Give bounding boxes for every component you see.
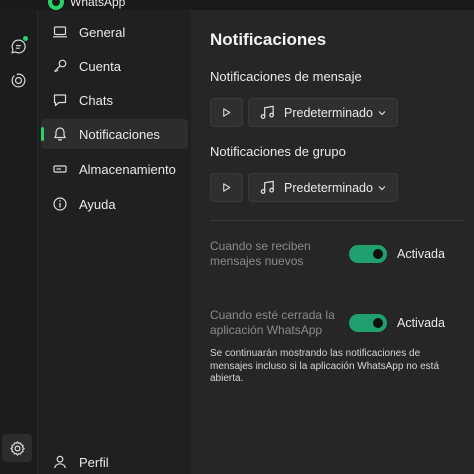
toggle-knob [373,249,383,259]
nav-item-account[interactable]: Cuenta [41,51,188,81]
group-sound-select[interactable]: Predeterminado [248,173,398,202]
status-icon [11,73,25,87]
left-rail [0,10,38,474]
notifications-panel: Notificaciones Notificaciones de mensaje… [191,10,474,474]
play-icon [223,183,231,192]
group-sound-value: Predeterminado [284,180,373,195]
whatsapp-logo-icon [48,0,64,10]
play-message-sound-button[interactable] [210,98,243,127]
settings-nav: General Cuenta Chats Notificaciones Alma… [39,10,191,474]
app-closed-toggle-state: Activada [397,316,445,330]
app-closed-toggle-label: Cuando esté cerrada la aplicación WhatsA… [210,308,335,337]
chevron-down-icon [378,186,386,191]
notifications-footnote: Se continuarán mostrando las notificacio… [210,348,440,384]
nav-item-profile[interactable]: Perfil [41,447,188,474]
toggle-knob [373,318,383,328]
storage-icon [51,160,69,178]
app-closed-toggle[interactable] [349,314,387,332]
nav-label-account: Cuenta [79,58,121,74]
music-note-icon [258,179,276,197]
nav-item-chats[interactable]: Chats [41,85,188,115]
play-icon [223,108,231,117]
message-notifications-label: Notificaciones de mensaje [210,69,362,84]
message-sound-select[interactable]: Predeterminado [248,98,398,127]
nav-label-chats: Chats [79,92,113,108]
title-bar: WhatsApp [0,0,474,10]
app-title: WhatsApp [70,0,126,9]
page-title: Notificaciones [210,30,327,49]
message-sound-value: Predeterminado [284,105,373,120]
person-icon [51,453,69,471]
nav-label-notifications: Notificaciones [79,126,160,142]
nav-label-profile: Perfil [79,454,109,470]
nav-item-general[interactable]: General [41,17,188,47]
chevron-down-icon [378,111,386,116]
info-icon [51,195,69,213]
new-messages-toggle[interactable] [349,245,387,263]
music-note-icon [258,104,276,122]
nav-label-storage: Almacenamiento [79,161,176,177]
status-rail-button[interactable] [6,68,30,92]
nav-label-general: General [79,24,126,40]
nav-item-help[interactable]: Ayuda [41,189,188,219]
settings-rail-button[interactable] [2,434,32,462]
laptop-icon [51,23,69,41]
group-notifications-label: Notificaciones de grupo [210,144,346,159]
nav-label-help: Ayuda [79,196,116,212]
nav-item-notifications[interactable]: Notificaciones [41,119,188,149]
new-messages-toggle-label: Cuando se reciben mensajes nuevos [210,239,311,268]
gear-icon [9,440,25,456]
chat-bubble-icon [51,91,69,109]
unread-dot [22,35,29,42]
nav-item-storage[interactable]: Almacenamiento [41,154,188,184]
bell-icon [51,125,69,143]
play-group-sound-button[interactable] [210,173,243,202]
new-messages-toggle-state: Activada [397,247,445,261]
section-divider [210,220,464,221]
chats-rail-button[interactable] [6,34,30,58]
key-icon [51,57,69,75]
